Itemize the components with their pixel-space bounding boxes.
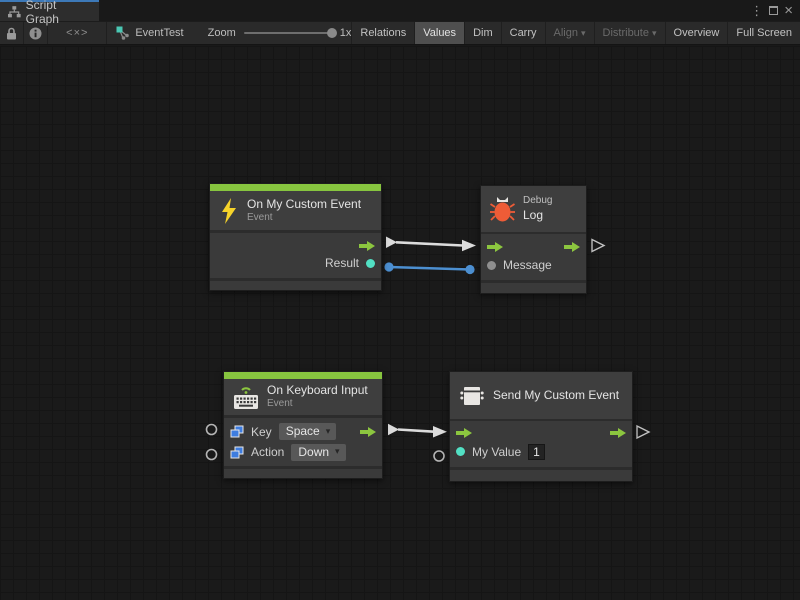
dim-button[interactable]: Dim — [464, 22, 501, 44]
node-footer — [450, 470, 632, 481]
enum-icon — [230, 446, 244, 459]
node-title: Log — [523, 208, 552, 223]
carry-button[interactable]: Carry — [501, 22, 545, 44]
code-icon: <×> — [66, 27, 88, 39]
window-maximize-icon[interactable] — [769, 6, 778, 15]
window-menu-icon[interactable]: ⋮ — [750, 4, 763, 17]
control-output-arrow-icon[interactable] — [610, 428, 626, 438]
zoom-label: Zoom — [208, 27, 236, 39]
event-accent-bar — [224, 372, 382, 379]
zoom-slider[interactable] — [244, 32, 332, 34]
control-input-arrow-icon[interactable] — [456, 428, 472, 438]
node-on-my-custom-event[interactable]: On My Custom Event Event Result — [209, 183, 382, 291]
control-output-arrow-icon[interactable] — [564, 242, 580, 252]
keyboard-key-port[interactable] — [207, 425, 217, 435]
graph-tree-icon — [8, 6, 21, 18]
chevron-down-icon: ▾ — [581, 28, 586, 39]
lightning-icon — [219, 198, 239, 224]
result-port-dot[interactable] — [366, 259, 375, 268]
chevron-down-icon: ▾ — [335, 446, 340, 457]
title-bar: Script Graph ⋮ × — [0, 0, 800, 21]
result-port-label: Result — [325, 256, 359, 270]
message-port-dot[interactable] — [487, 261, 496, 270]
action-port-label: Action — [251, 445, 284, 459]
window-close-icon[interactable]: × — [784, 3, 793, 18]
node-header: On Keyboard Input Event — [224, 379, 382, 415]
node-subtitle: Event — [267, 398, 368, 411]
lock-button[interactable] — [0, 22, 24, 44]
relations-button[interactable]: Relations — [351, 22, 414, 44]
node-footer — [481, 283, 586, 293]
action-dropdown[interactable]: Down ▾ — [291, 444, 345, 461]
node-header: On My Custom Event Event — [210, 191, 381, 230]
send-continue-triangle[interactable] — [637, 426, 649, 438]
chevron-down-icon: ▾ — [326, 426, 331, 437]
node-body: Message — [481, 234, 586, 280]
lock-icon — [6, 27, 17, 40]
control-connection-customevent-to-log[interactable] — [386, 237, 476, 252]
keyboard-action-port[interactable] — [207, 450, 217, 460]
distribute-button[interactable]: Distribute▾ — [594, 22, 665, 44]
align-button[interactable]: Align▾ — [545, 22, 594, 44]
myvalue-port-label: My Value — [472, 445, 521, 459]
node-title: Send My Custom Event — [493, 388, 619, 403]
connections-layer — [0, 46, 800, 600]
overview-button[interactable]: Overview — [665, 22, 728, 44]
graph-node-icon — [116, 26, 130, 40]
toolbar-buttons: Relations Values Dim Carry Align▾ Distri… — [351, 22, 800, 44]
send-myvalue-port[interactable] — [434, 451, 444, 461]
graph-breadcrumb[interactable]: EventTest — [107, 22, 183, 44]
chevron-down-icon: ▾ — [652, 28, 657, 39]
tab-title: Script Graph — [26, 0, 91, 26]
event-accent-bar — [210, 184, 381, 191]
control-input-arrow-icon[interactable] — [487, 242, 503, 252]
node-on-keyboard-input[interactable]: On Keyboard Input Event Key Space ▾ — [223, 371, 383, 479]
myvalue-input[interactable]: 1 — [528, 444, 545, 460]
node-send-my-custom-event[interactable]: Send My Custom Event My Value 1 — [449, 371, 633, 482]
control-output-arrow-icon[interactable] — [360, 427, 376, 437]
node-footer — [224, 469, 382, 478]
node-body: Key Space ▾ Action Down ▾ — [224, 418, 382, 466]
enum-icon — [230, 425, 244, 438]
control-connection-keyboard-to-send[interactable] — [388, 424, 447, 438]
value-connection-result-to-message[interactable] — [384, 262, 474, 274]
zoom-slider-handle[interactable] — [327, 28, 337, 38]
bug-icon — [490, 195, 515, 223]
node-subtitle: Event — [247, 212, 361, 225]
log-continue-triangle[interactable] — [592, 240, 604, 252]
node-title: On Keyboard Input — [267, 383, 368, 398]
control-output-arrow-icon[interactable] — [359, 241, 375, 251]
message-port-label: Message — [503, 258, 552, 272]
tab-script-graph[interactable]: Script Graph — [0, 0, 99, 21]
key-dropdown[interactable]: Space ▾ — [279, 423, 337, 440]
node-body: My Value 1 — [450, 421, 632, 467]
node-kicker: Debug — [523, 195, 552, 208]
key-port-label: Key — [251, 425, 272, 439]
node-body: Result — [210, 233, 381, 278]
graph-name: EventTest — [135, 27, 183, 39]
zoom-control: Zoom 1x — [208, 22, 352, 44]
zoom-value: 1x — [340, 27, 352, 39]
keyboard-icon — [233, 384, 259, 411]
node-header: Send My Custom Event — [450, 372, 632, 419]
graph-canvas[interactable]: On My Custom Event Event Result — [0, 46, 800, 600]
custom-event-box-icon — [459, 384, 485, 408]
graph-toolbar: <×> EventTest Zoom 1x Relations Values D… — [0, 21, 800, 45]
node-debug-log[interactable]: Debug Log Message — [480, 185, 587, 294]
node-footer — [210, 281, 381, 290]
values-button[interactable]: Values — [414, 22, 464, 44]
fullscreen-button[interactable]: Full Screen — [727, 22, 800, 44]
myvalue-port-dot[interactable] — [456, 447, 465, 456]
node-title: On My Custom Event — [247, 197, 361, 212]
info-icon — [29, 27, 42, 40]
node-header: Debug Log — [481, 186, 586, 232]
